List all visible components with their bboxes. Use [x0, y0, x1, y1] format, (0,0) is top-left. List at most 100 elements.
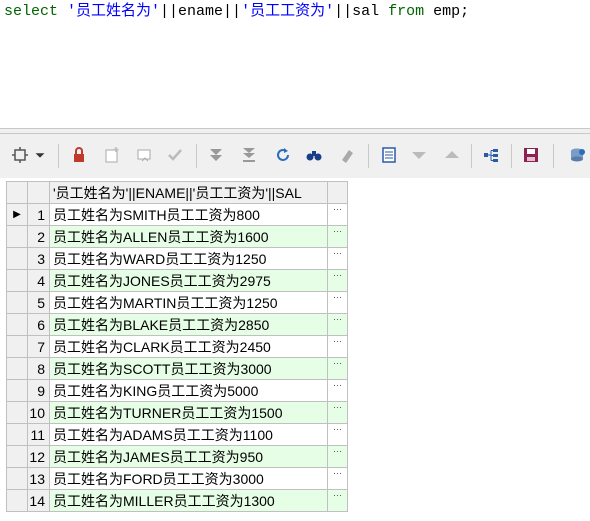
query-tree-icon[interactable]: [480, 144, 502, 166]
sql-statement[interactable]: select '员工姓名为'||ename||'员工工资为'||sal from…: [4, 2, 469, 22]
cell-ellipsis-button[interactable]: ···: [327, 247, 348, 270]
table-row[interactable]: 7 员工姓名为CLARK员工工资为2450 ···: [6, 335, 348, 358]
cell-ellipsis-button[interactable]: ···: [327, 291, 348, 314]
row-number: 9: [27, 379, 50, 402]
toolbar-separator: [58, 144, 59, 168]
row-indicator[interactable]: [6, 423, 28, 446]
sql-table-name: emp;: [433, 3, 470, 20]
cell-ellipsis-button[interactable]: ···: [327, 401, 348, 424]
table-row[interactable]: 13 员工姓名为FORD员工工资为3000 ···: [6, 467, 348, 490]
record-view-icon[interactable]: [378, 144, 400, 166]
table-row[interactable]: 10 员工姓名为TURNER员工工资为1500 ···: [6, 401, 348, 424]
cell-ellipsis-button[interactable]: ···: [327, 225, 348, 248]
cell-ellipsis-button[interactable]: ···: [327, 467, 348, 490]
row-number: 10: [27, 401, 50, 424]
toolbar-separator: [511, 144, 512, 168]
sql-keyword-select: select: [4, 3, 59, 20]
row-number: 12: [27, 445, 50, 468]
row-number: 13: [27, 467, 50, 490]
table-row[interactable]: ▶ 1 员工姓名为SMITH员工工资为800 ···: [6, 203, 348, 226]
cell-value[interactable]: 员工姓名为ADAMS员工工资为1100: [49, 423, 328, 446]
toolbar-separator: [553, 144, 554, 168]
table-row[interactable]: 5 员工姓名为MARTIN员工工资为1250 ···: [6, 291, 348, 314]
table-row[interactable]: 6 员工姓名为BLAKE员工工资为2850 ···: [6, 313, 348, 336]
insert-record-icon[interactable]: [101, 144, 123, 166]
row-indicator[interactable]: [6, 247, 28, 270]
cell-ellipsis-button[interactable]: ···: [327, 269, 348, 292]
cell-ellipsis-button[interactable]: ···: [327, 379, 348, 402]
row-number: 11: [27, 423, 50, 446]
cell-value[interactable]: 员工姓名为JAMES员工工资为950: [49, 445, 328, 468]
column-header[interactable]: '员工姓名为'||ENAME||'员工工资为'||SAL: [49, 181, 328, 204]
table-row[interactable]: 9 员工姓名为KING员工工资为5000 ···: [6, 379, 348, 402]
table-row[interactable]: 14 员工姓名为MILLER员工工资为1300 ···: [6, 489, 348, 512]
dropdown-arrow-icon[interactable]: [32, 144, 48, 166]
row-number: 1: [27, 203, 50, 226]
save-icon[interactable]: [520, 144, 542, 166]
cell-ellipsis-button[interactable]: ···: [327, 357, 348, 380]
table-row[interactable]: 3 员工姓名为WARD员工工资为1250 ···: [6, 247, 348, 270]
cell-ellipsis-button[interactable]: ···: [327, 203, 348, 226]
grid-options-icon[interactable]: [9, 144, 31, 166]
cell-value[interactable]: 员工姓名为TURNER员工工资为1500: [49, 401, 328, 424]
cell-ellipsis-button[interactable]: ···: [327, 489, 348, 512]
row-indicator[interactable]: [6, 401, 28, 424]
sql-concat-ename: ||ename||: [160, 3, 242, 20]
row-number: 8: [27, 357, 50, 380]
table-row[interactable]: 4 员工姓名为JONES员工工资为2975 ···: [6, 269, 348, 292]
result-grid: '员工姓名为'||ENAME||'员工工资为'||SAL ▶ 1 员工姓名为SMIT…: [6, 181, 348, 512]
row-indicator[interactable]: [6, 313, 28, 336]
cell-ellipsis-button[interactable]: ···: [327, 313, 348, 336]
grid-corner[interactable]: [6, 181, 28, 204]
refresh-icon[interactable]: [272, 144, 294, 166]
toolbar-separator: [368, 144, 369, 168]
cell-value[interactable]: 员工姓名为KING员工工资为5000: [49, 379, 328, 402]
clear-icon[interactable]: [336, 144, 358, 166]
row-indicator[interactable]: [6, 291, 28, 314]
cell-value[interactable]: 员工姓名为WARD员工工资为1250: [49, 247, 328, 270]
row-indicator[interactable]: [6, 357, 28, 380]
cell-value[interactable]: 员工姓名为MARTIN员工工资为1250: [49, 291, 328, 314]
row-indicator[interactable]: [6, 379, 28, 402]
cell-value[interactable]: 员工姓名为BLAKE员工工资为2850: [49, 313, 328, 336]
table-row[interactable]: 12 员工姓名为JAMES员工工资为950 ···: [6, 445, 348, 468]
row-indicator[interactable]: [6, 467, 28, 490]
row-indicator[interactable]: [6, 335, 28, 358]
row-indicator[interactable]: [6, 269, 28, 292]
table-row[interactable]: 11 员工姓名为ADAMS员工工资为1100 ···: [6, 423, 348, 446]
row-indicator[interactable]: ▶: [6, 203, 28, 226]
sql-editor[interactable]: select '员工姓名为'||ename||'员工工资为'||sal from…: [0, 0, 590, 128]
cell-value[interactable]: 员工姓名为SCOTT员工工资为3000: [49, 357, 328, 380]
row-indicator[interactable]: [6, 489, 28, 512]
cell-value[interactable]: 员工姓名为FORD员工工资为3000: [49, 467, 328, 490]
find-icon[interactable]: [303, 144, 325, 166]
fetch-next-icon[interactable]: [205, 144, 227, 166]
result-grid-area: '员工姓名为'||ENAME||'员工工资为'||SAL ▶ 1 员工姓名为SMIT…: [0, 178, 590, 521]
table-row[interactable]: 8 员工姓名为SCOTT员工工资为3000 ···: [6, 357, 348, 380]
sql-string-sal-label: '员工工资为': [241, 3, 335, 20]
row-number: 7: [27, 335, 50, 358]
cell-ellipsis-button[interactable]: ···: [327, 445, 348, 468]
cell-value[interactable]: 员工姓名为JONES员工工资为2975: [49, 269, 328, 292]
cell-ellipsis-button[interactable]: ···: [327, 335, 348, 358]
lock-icon[interactable]: [68, 144, 90, 166]
fetch-last-icon[interactable]: [238, 144, 260, 166]
column-header-end: [327, 181, 348, 204]
toolbar-separator: [471, 144, 472, 168]
table-row[interactable]: 2 员工姓名为ALLEN员工工资为1600 ···: [6, 225, 348, 248]
cell-value[interactable]: 员工姓名为SMITH员工工资为800: [49, 203, 328, 226]
row-indicator[interactable]: [6, 445, 28, 468]
filter-down-icon[interactable]: [408, 144, 430, 166]
cell-value[interactable]: 员工姓名为ALLEN员工工资为1600: [49, 225, 328, 248]
cell-value[interactable]: 员工姓名为CLARK员工工资为2450: [49, 335, 328, 358]
export-icon[interactable]: [566, 144, 588, 166]
row-number: 6: [27, 313, 50, 336]
grid-rownum-header: [27, 181, 50, 204]
cell-ellipsis-button[interactable]: ···: [327, 423, 348, 446]
filter-up-icon[interactable]: [441, 144, 463, 166]
row-indicator[interactable]: [6, 225, 28, 248]
post-edit-icon[interactable]: [164, 144, 186, 166]
delete-record-icon[interactable]: [134, 144, 156, 166]
cell-value[interactable]: 员工姓名为MILLER员工工资为1300: [49, 489, 328, 512]
row-number: 2: [27, 225, 50, 248]
